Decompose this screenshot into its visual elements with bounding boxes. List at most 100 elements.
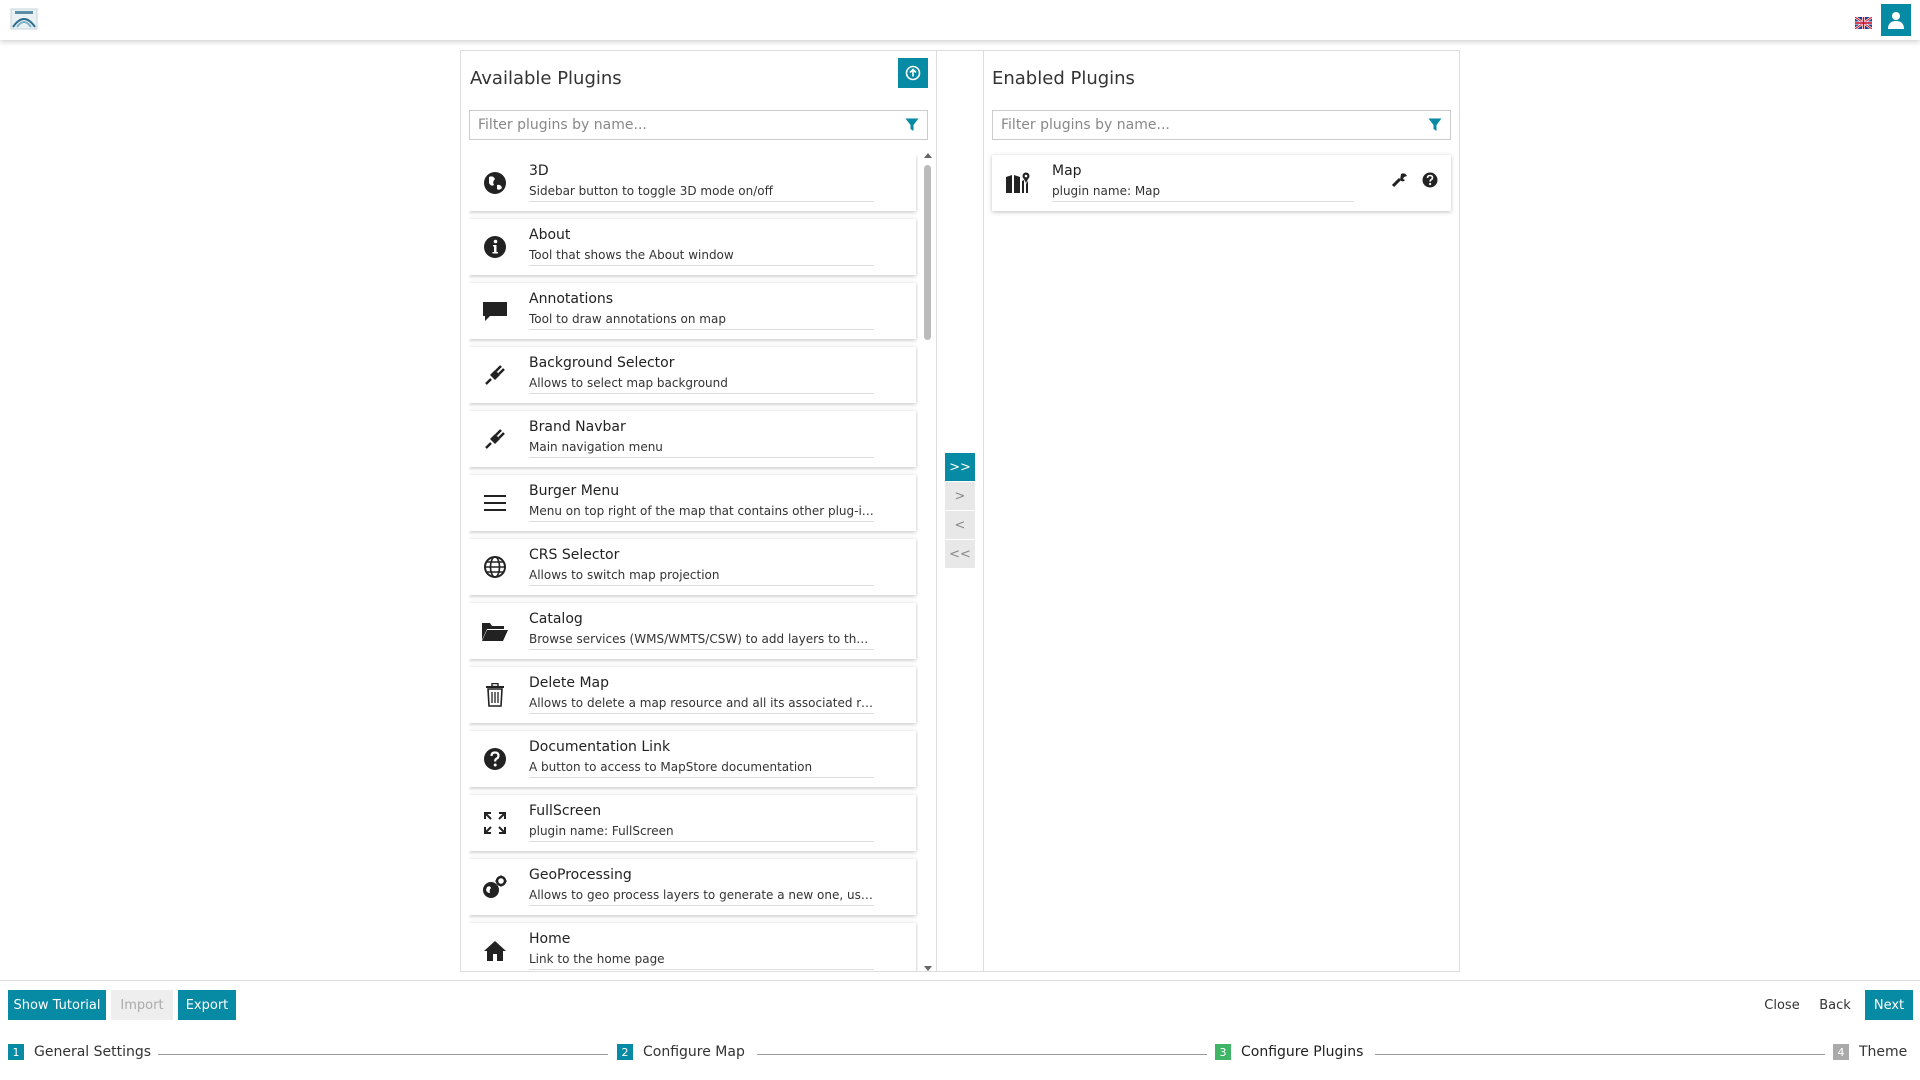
plug-icon: [481, 425, 509, 453]
user-menu-button[interactable]: [1881, 4, 1911, 36]
step-configure-plugins[interactable]: 3 Configure Plugins: [1215, 1044, 1363, 1060]
list-item[interactable]: About Tool that shows the About window: [469, 219, 916, 275]
folder-icon: [481, 617, 509, 645]
list-item[interactable]: Annotations Tool to draw annotations on …: [469, 283, 916, 339]
step-connector: [1375, 1054, 1825, 1055]
scroll-up-arrow-icon[interactable]: [924, 153, 932, 158]
list-item[interactable]: Delete Map Allows to delete a map resour…: [469, 667, 916, 723]
info-icon: [481, 233, 509, 261]
divider: [529, 585, 874, 586]
divider: [529, 841, 874, 842]
wrench-icon[interactable]: [1391, 171, 1409, 189]
divider: [529, 777, 874, 778]
plugin-description: Tool that shows the About window: [529, 248, 734, 262]
upload-icon: [905, 65, 921, 81]
plugin-description: Allows to geo process layers to generate…: [529, 888, 874, 902]
list-item[interactable]: Burger Menu Menu on top right of the map…: [469, 475, 916, 531]
enabled-filter-input[interactable]: [993, 111, 1413, 139]
step-general-settings[interactable]: 1 General Settings: [8, 1044, 151, 1060]
scroll-down-arrow-icon[interactable]: [924, 966, 932, 971]
back-button[interactable]: Back: [1810, 990, 1860, 1020]
list-item[interactable]: 3D Sidebar button to toggle 3D mode on/o…: [469, 155, 916, 211]
list-item[interactable]: Catalog Browse services (WMS/WMTS/CSW) t…: [469, 603, 916, 659]
plugin-title: Background Selector: [529, 355, 675, 371]
list-item[interactable]: Home Link to the home page: [469, 923, 916, 971]
available-filter-input[interactable]: [470, 111, 890, 139]
uk-flag-icon[interactable]: [1854, 14, 1873, 30]
filter-icon: [905, 118, 919, 131]
footer-divider: [0, 980, 1920, 981]
available-plugins-panel: Available Plugins 3D Sidebar button to t…: [460, 50, 937, 972]
divider: [529, 265, 874, 266]
list-item[interactable]: GeoProcessing Allows to geo process laye…: [469, 859, 916, 915]
step-label: Configure Map: [643, 1044, 745, 1060]
plugin-description: Allows to select map background: [529, 376, 728, 390]
plugin-title: Documentation Link: [529, 739, 671, 755]
divider: [529, 969, 874, 970]
divider: [529, 905, 874, 906]
plugin-title: CRS Selector: [529, 547, 620, 563]
enabled-plugins-title: Enabled Plugins: [992, 68, 1135, 89]
plugin-description: Allows to switch map projection: [529, 568, 720, 582]
move-all-left-button[interactable]: <<: [945, 540, 975, 568]
comment-icon: [481, 297, 509, 325]
import-button[interactable]: Import: [111, 990, 173, 1020]
plugin-list-scrollbar[interactable]: [922, 151, 934, 971]
question-icon: [481, 745, 509, 773]
menu-icon: [481, 489, 509, 517]
list-item[interactable]: CRS Selector Allows to switch map projec…: [469, 539, 916, 595]
step-connector: [158, 1054, 608, 1055]
divider: [529, 649, 874, 650]
plugin-description: Browse services (WMS/WMTS/CSW) to add la…: [529, 632, 874, 646]
plugin-title: Map: [1052, 163, 1082, 179]
available-plugin-list[interactable]: 3D Sidebar button to toggle 3D mode on/o…: [469, 155, 918, 971]
filter-icon: [1428, 118, 1442, 131]
list-item[interactable]: Documentation Link A button to access to…: [469, 731, 916, 787]
plugin-description: plugin name: Map: [1052, 184, 1161, 198]
divider: [529, 201, 874, 202]
mapstore-logo[interactable]: [9, 5, 39, 33]
step-label: Configure Plugins: [1241, 1044, 1364, 1060]
trash-icon: [481, 681, 509, 709]
top-bar: [0, 0, 1920, 40]
user-icon: [1888, 12, 1904, 29]
plugin-title: 3D: [529, 163, 549, 179]
geoprocess-icon: [481, 873, 509, 901]
move-all-right-button[interactable]: >>: [945, 453, 975, 481]
plugin-description: plugin name: FullScreen: [529, 824, 674, 838]
step-label: Theme: [1859, 1044, 1908, 1060]
divider: [529, 393, 874, 394]
scroll-thumb[interactable]: [924, 165, 931, 340]
list-item[interactable]: Brand Navbar Main navigation menu: [469, 411, 916, 467]
show-tutorial-button[interactable]: Show Tutorial: [8, 990, 106, 1020]
step-number: 4: [1833, 1044, 1849, 1060]
help-icon[interactable]: [1421, 171, 1439, 189]
plugin-title: FullScreen: [529, 803, 602, 819]
list-item[interactable]: Background Selector Allows to select map…: [469, 347, 916, 403]
plugin-description: Main navigation menu: [529, 440, 663, 454]
plugin-title: About: [529, 227, 571, 243]
step-label: General Settings: [34, 1044, 152, 1060]
close-button[interactable]: Close: [1756, 990, 1808, 1020]
plugin-title: Catalog: [529, 611, 583, 627]
divider: [529, 521, 874, 522]
step-number: 3: [1215, 1044, 1231, 1060]
plugin-title: Brand Navbar: [529, 419, 626, 435]
plugin-title: Annotations: [529, 291, 614, 307]
export-button[interactable]: Export: [178, 990, 236, 1020]
globe-grid-icon: [481, 553, 509, 581]
move-left-button[interactable]: <: [945, 511, 975, 539]
divider: [529, 457, 874, 458]
enabled-plugins-panel: Enabled Plugins Map plugin name: Map: [983, 50, 1460, 972]
next-button[interactable]: Next: [1865, 990, 1913, 1020]
list-item[interactable]: FullScreen plugin name: FullScreen: [469, 795, 916, 851]
upload-plugin-button[interactable]: [898, 58, 928, 88]
divider: [1052, 201, 1354, 202]
step-connector: [757, 1054, 1207, 1055]
step-configure-map[interactable]: 2 Configure Map: [617, 1044, 745, 1060]
step-number: 2: [617, 1044, 633, 1060]
list-item[interactable]: Map plugin name: Map: [992, 155, 1451, 211]
enabled-plugin-list: Map plugin name: Map: [992, 155, 1451, 219]
step-theme[interactable]: 4 Theme: [1833, 1044, 1907, 1060]
move-right-button[interactable]: >: [945, 482, 975, 510]
